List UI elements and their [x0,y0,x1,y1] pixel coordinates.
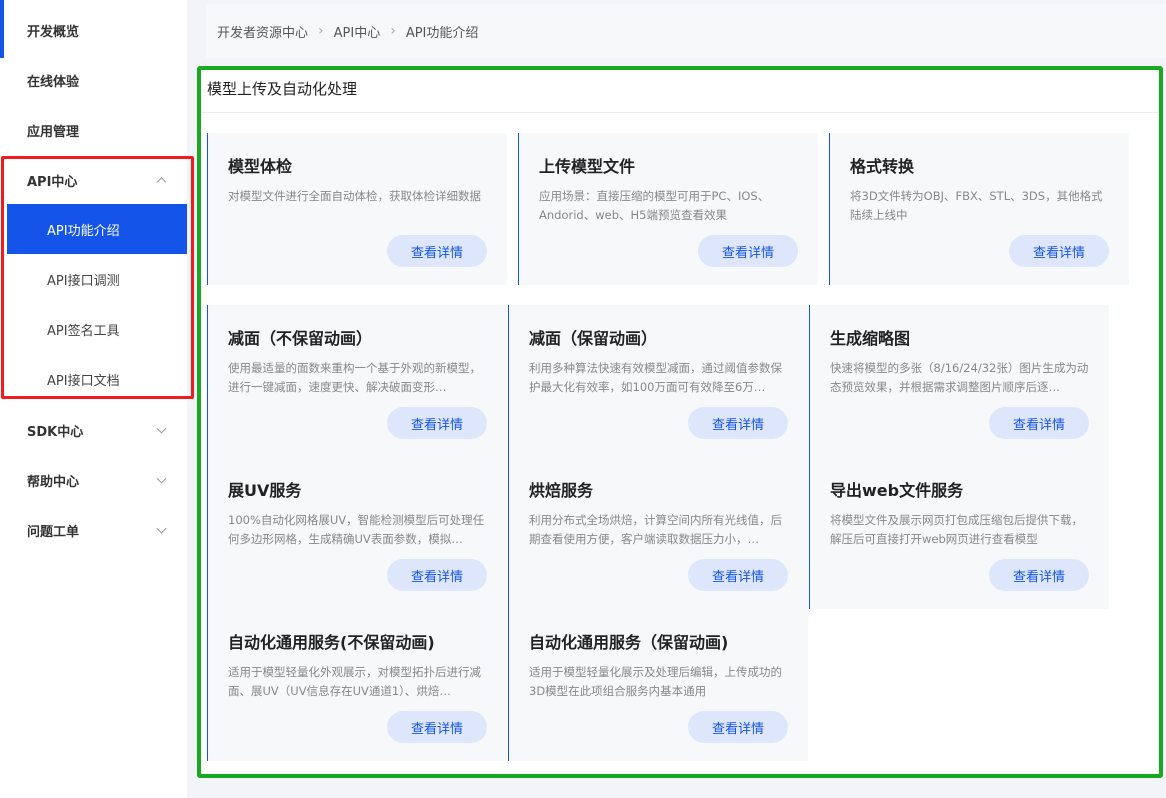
nav-label: SDK中心 [27,424,84,440]
service-card-uv-unwrap: 展UV服务 100%自动化网格展UV，智能检测模型后可处理任何多边形网格，生成精… [207,457,507,609]
chevron-right-icon: › [318,23,324,39]
sub-item-label: API接口文档 [47,373,120,389]
service-card-thumbnail: 生成缩略图 快速将模型的多张（8/16/24/32张）图片生成为动态预览效果，并… [809,305,1109,457]
service-card-format-convert: 格式转换 将3D文件转为OBJ、FBX、STL、3DS，其他格式陆续上线中 查看… [829,133,1129,285]
sidebar: 开发概览 在线体验 应用管理 API中心 API功能介绍 API接口调测 API… [0,0,187,798]
breadcrumb-item[interactable]: 开发者资源中心 [217,22,308,41]
nav-label: 开发概览 [27,24,80,40]
nav-label: 在线体验 [27,74,80,90]
nav-item-dev-overview[interactable]: 开发概览 [0,5,187,55]
sub-item-label: API签名工具 [47,323,120,339]
view-details-button[interactable]: 查看详情 [1009,235,1109,267]
card-title: 烘焙服务 [529,481,594,500]
card-title: 减面（不保留动画） [228,329,373,348]
nav-label: 帮助中心 [27,474,80,490]
card-title: 上传模型文件 [539,157,636,176]
chevron-down-icon [156,523,167,534]
view-details-button[interactable]: 查看详情 [688,711,788,743]
view-details-button[interactable]: 查看详情 [688,559,788,591]
breadcrumb-item-current: API功能介绍 [405,25,479,41]
sub-item-api-debug[interactable]: API接口调测 [7,254,187,304]
divider [201,112,1159,113]
card-description: 将模型文件及展示网页打包成压缩包后提供下载，解压后可直接打开web网页进行查看模… [830,513,1083,546]
service-card-auto-keep-anim: 自动化通用服务（保留动画) 适用于模型轻量化展示及处理后编辑，上传成功的3D模型… [508,609,808,761]
card-description: 将3D文件转为OBJ、FBX、STL、3DS，其他格式陆续上线中 [850,189,1103,222]
nav-label: 应用管理 [27,124,80,140]
card-description: 使用最适量的面数来重构一个基于外观的新模型，进行一键减面，速度更快、解决破面变形… [228,361,481,394]
card-title: 自动化通用服务(不保留动画) [228,633,435,652]
sub-item-api-docs[interactable]: API接口文档 [7,354,187,404]
view-details-button[interactable]: 查看详情 [688,407,788,439]
view-details-button[interactable]: 查看详情 [387,235,487,267]
sub-item-label: API接口调测 [47,273,120,289]
view-details-button[interactable]: 查看详情 [387,407,487,439]
view-details-button[interactable]: 查看详情 [989,559,1089,591]
breadcrumb: 开发者资源中心 › API中心 › API功能介绍 [206,4,1166,58]
card-title: 导出web文件服务 [830,481,964,500]
service-card-model-check: 模型体检 对模型文件进行全面自动体检，获取体检详细数据 查看详情 [207,133,507,285]
service-card-bake: 烘焙服务 利用分布式全场烘焙，计算空间内所有光线值，后期查看使用方便，客户端读取… [508,457,808,609]
sub-item-api-intro[interactable]: API功能介绍 [7,204,187,254]
nav-label: 问题工单 [27,524,80,540]
card-description: 利用多种算法快速有效模型减面，通过阈值参数保护最大化有效率，如100万面可有效降… [529,361,782,394]
highlight-box-green: 模型上传及自动化处理 模型体检 对模型文件进行全面自动体检，获取体检详细数据 查… [197,66,1163,778]
nav-label: API中心 [27,174,78,190]
view-details-button[interactable]: 查看详情 [387,559,487,591]
view-details-button[interactable]: 查看详情 [387,711,487,743]
card-title: 模型体检 [228,157,293,176]
card-description: 适用于模型轻量化外观展示，对模型拓扑后进行减面、展UV（UV信息存在UV通道1）… [228,665,481,698]
sub-item-label: API功能介绍 [47,223,120,239]
service-card-reduce-no-anim: 减面（不保留动画） 使用最适量的面数来重构一个基于外观的新模型，进行一键减面，速… [207,305,507,457]
chevron-down-icon [156,423,167,434]
section-title: 模型上传及自动化处理 [207,80,358,98]
chevron-down-icon [156,473,167,484]
card-title: 自动化通用服务（保留动画) [529,633,729,652]
service-card-upload-model: 上传模型文件 应用场景：直接压缩的模型可用于PC、IOS、Andorid、web… [518,133,818,285]
chevron-right-icon: › [390,23,396,39]
view-details-button[interactable]: 查看详情 [989,407,1089,439]
service-card-reduce-keep-anim: 减面（保留动画） 利用多种算法快速有效模型减面，通过阈值参数保护最大化有效率，如… [508,305,808,457]
nav-item-app-management[interactable]: 应用管理 [0,105,187,155]
breadcrumb-item[interactable]: API中心 [334,22,381,41]
nav-item-tickets[interactable]: 问题工单 [0,505,187,555]
chevron-up-icon [156,177,167,188]
card-title: 减面（保留动画） [529,329,658,348]
card-title: 生成缩略图 [830,329,911,348]
service-card-auto-no-anim: 自动化通用服务(不保留动画) 适用于模型轻量化外观展示，对模型拓扑后进行减面、展… [207,609,507,761]
card-description: 100%自动化网格展UV，智能检测模型后可处理任何多边形网格，生成精确UV表面参… [228,513,485,546]
card-description: 适用于模型轻量化展示及处理后编辑，上传成功的3D模型在此项组合服务内基本通用 [529,665,782,698]
view-details-button[interactable]: 查看详情 [698,235,798,267]
card-title: 格式转换 [850,157,915,176]
sub-item-api-sign-tool[interactable]: API签名工具 [7,304,187,354]
card-description: 对模型文件进行全面自动体检，获取体检详细数据 [228,189,481,203]
nav-item-sdk-center[interactable]: SDK中心 [0,405,187,455]
nav-item-online-trial[interactable]: 在线体验 [0,55,187,105]
nav-item-help-center[interactable]: 帮助中心 [0,455,187,505]
nav-item-api-center[interactable]: API中心 [0,155,187,205]
card-description: 应用场景：直接压缩的模型可用于PC、IOS、Andorid、web、H5端预览查… [539,189,770,222]
card-description: 快速将模型的多张（8/16/24/32张）图片生成为动态预览效果，并根据需求调整… [830,361,1089,394]
service-card-export-web: 导出web文件服务 将模型文件及展示网页打包成压缩包后提供下载，解压后可直接打开… [809,457,1109,609]
card-description: 利用分布式全场烘焙，计算空间内所有光线值，后期查看使用方便，客户端读取数据压力小… [529,513,782,546]
card-title: 展UV服务 [228,481,302,500]
